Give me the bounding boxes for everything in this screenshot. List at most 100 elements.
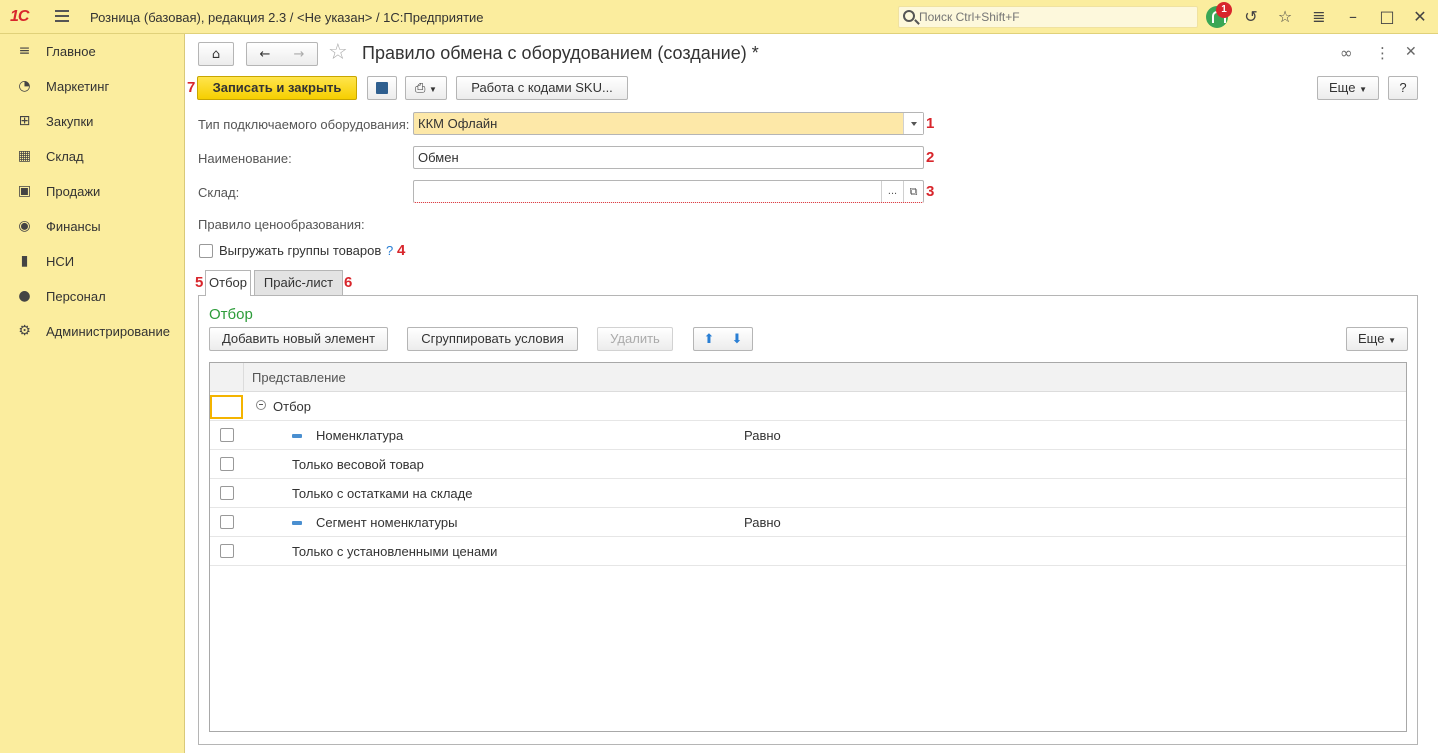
marker-5: 5	[195, 274, 204, 291]
export-groups-help[interactable]: ?	[386, 243, 393, 258]
selected-cell[interactable]	[210, 395, 243, 419]
warehouse-label: Склад:	[198, 185, 240, 200]
table-row[interactable]: Только весовой товар	[210, 450, 1406, 479]
link-icon[interactable]: ∞	[1340, 44, 1353, 62]
filter-more-label: Еще	[1358, 331, 1385, 346]
pricing-rule-label: Правило ценообразования:	[198, 217, 365, 232]
export-groups-checkbox[interactable]	[199, 244, 213, 258]
sidebar-item-label: Персонал	[46, 289, 106, 304]
filter-heading: Отбор	[209, 306, 253, 323]
sidebar-item-label: Закупки	[46, 114, 94, 129]
select-from-list-button[interactable]: ...	[881, 181, 903, 202]
printer-icon: ⎙	[415, 81, 426, 96]
table-row[interactable]: Номенклатура Равно	[210, 421, 1406, 450]
condition-icon	[292, 434, 302, 438]
row-checkbox[interactable]	[220, 486, 234, 500]
delete-button[interactable]: Удалить	[597, 327, 673, 351]
form-area: ⌂ ← → ☆ Правило обмена с оборудованием (с…	[186, 34, 1438, 753]
marker-2: 2	[926, 149, 935, 166]
maximize-icon[interactable]: □	[1377, 7, 1397, 27]
sidebar-item-main[interactable]: ≡ Главное	[0, 34, 185, 69]
root-group-label: Отбор	[273, 399, 311, 414]
row-label: Сегмент номенклатуры	[316, 515, 458, 530]
marker-3: 3	[926, 183, 935, 200]
table-row-root[interactable]: Отбор	[210, 392, 1406, 421]
notification-badge: 1	[1216, 2, 1232, 18]
book-icon: ▮	[20, 253, 29, 269]
marker-6: 6	[344, 274, 353, 291]
move-down-icon[interactable]: ⬇	[723, 329, 751, 351]
grid-icon: ▦	[17, 148, 32, 164]
filter-more-button[interactable]: Еще ▼	[1346, 327, 1408, 351]
row-checkbox[interactable]	[220, 544, 234, 558]
row-checkbox[interactable]	[220, 457, 234, 471]
tab-filter[interactable]: Отбор	[205, 270, 251, 296]
search-icon	[903, 10, 915, 22]
more-button[interactable]: Еще ▼	[1317, 76, 1379, 100]
person-icon: ●	[18, 288, 31, 304]
close-window-icon[interactable]: ✕	[1410, 7, 1430, 27]
equipment-type-label: Тип подключаемого оборудования:	[198, 117, 410, 132]
sidebar-item-label: Склад	[46, 149, 84, 164]
warehouse-field[interactable]: ... ⧉	[413, 180, 924, 203]
sidebar-item-label: Маркетинг	[46, 79, 110, 94]
equipment-type-field[interactable]: ККМ Офлайн	[413, 112, 924, 135]
row-label: Только с остатками на складе	[292, 486, 473, 501]
title-bar: 1С Розница (базовая), редакция 2.3 / <Не…	[0, 0, 1438, 34]
column-header-representation[interactable]: Представление	[252, 370, 346, 385]
table-row[interactable]: Сегмент номенклатуры Равно	[210, 508, 1406, 537]
function-menu-icon[interactable]: ≣	[1309, 7, 1329, 27]
favorite-star-icon[interactable]: ☆	[328, 40, 348, 65]
name-value: Обмен	[418, 150, 459, 165]
collapse-icon[interactable]	[256, 400, 266, 410]
sku-codes-button[interactable]: Работа с кодами SKU...	[456, 76, 628, 100]
group-conditions-button[interactable]: Сгруппировать условия	[407, 327, 578, 351]
row-condition: Равно	[744, 515, 781, 530]
forward-arrow-icon[interactable]: →	[282, 44, 316, 66]
table-row[interactable]: Только с остатками на складе	[210, 479, 1406, 508]
move-up-icon[interactable]: ⬆	[695, 329, 723, 351]
menu-icon: ≡	[18, 43, 31, 59]
sidebar-item-personnel[interactable]: ● Персонал	[0, 279, 185, 314]
sidebar-item-label: Главное	[46, 44, 96, 59]
home-icon: ⌂	[211, 47, 221, 62]
sidebar-item-sales[interactable]: ▣ Продажи	[0, 174, 185, 209]
global-search[interactable]	[898, 6, 1198, 28]
help-button[interactable]: ?	[1388, 76, 1418, 100]
sidebar-item-finance[interactable]: ◉ Финансы	[0, 209, 185, 244]
back-arrow-icon[interactable]: ←	[248, 44, 282, 66]
search-input[interactable]	[919, 9, 1189, 25]
save-button[interactable]	[367, 76, 397, 100]
tab-price-list[interactable]: Прайс-лист	[254, 270, 343, 296]
history-nav: ← →	[246, 42, 318, 66]
open-icon[interactable]: ⧉	[903, 181, 923, 202]
pie-chart-icon: ◔	[18, 78, 31, 94]
save-and-close-button[interactable]: Записать и закрыть	[197, 76, 357, 100]
favorites-star-icon[interactable]: ☆	[1275, 7, 1295, 27]
column-divider	[243, 363, 244, 392]
table-row[interactable]: Только с установленными ценами	[210, 537, 1406, 566]
home-button[interactable]: ⌂	[198, 42, 234, 66]
filter-table: Представление Отбор Номенклатура Равно Т…	[209, 362, 1407, 732]
close-form-icon[interactable]: ✕	[1405, 44, 1417, 60]
row-checkbox[interactable]	[220, 428, 234, 442]
chevron-down-icon[interactable]	[903, 113, 923, 134]
sidebar-item-nsi[interactable]: ▮ НСИ	[0, 244, 185, 279]
sidebar-item-warehouse[interactable]: ▦ Склад	[0, 139, 185, 174]
name-field[interactable]: Обмен	[413, 146, 924, 169]
sidebar-item-administration[interactable]: ⚙ Администрирование	[0, 314, 185, 349]
row-checkbox[interactable]	[220, 515, 234, 529]
minimize-icon[interactable]: –	[1343, 7, 1363, 27]
coin-icon: ◉	[18, 218, 31, 234]
more-actions-icon[interactable]: ⋮	[1375, 44, 1390, 62]
print-button[interactable]: ⎙ ▼	[405, 76, 447, 100]
name-label: Наименование:	[198, 151, 292, 166]
chevron-down-icon: ▼	[429, 85, 437, 94]
history-icon[interactable]: ↺	[1241, 7, 1261, 27]
sidebar-item-purchases[interactable]: ⊞ Закупки	[0, 104, 185, 139]
export-groups-label: Выгружать группы товаров	[219, 243, 382, 258]
sidebar-item-label: Администрирование	[46, 324, 170, 339]
sidebar-item-marketing[interactable]: ◔ Маркетинг	[0, 69, 185, 104]
add-element-button[interactable]: Добавить новый элемент	[209, 327, 388, 351]
main-menu-icon[interactable]	[55, 10, 69, 22]
